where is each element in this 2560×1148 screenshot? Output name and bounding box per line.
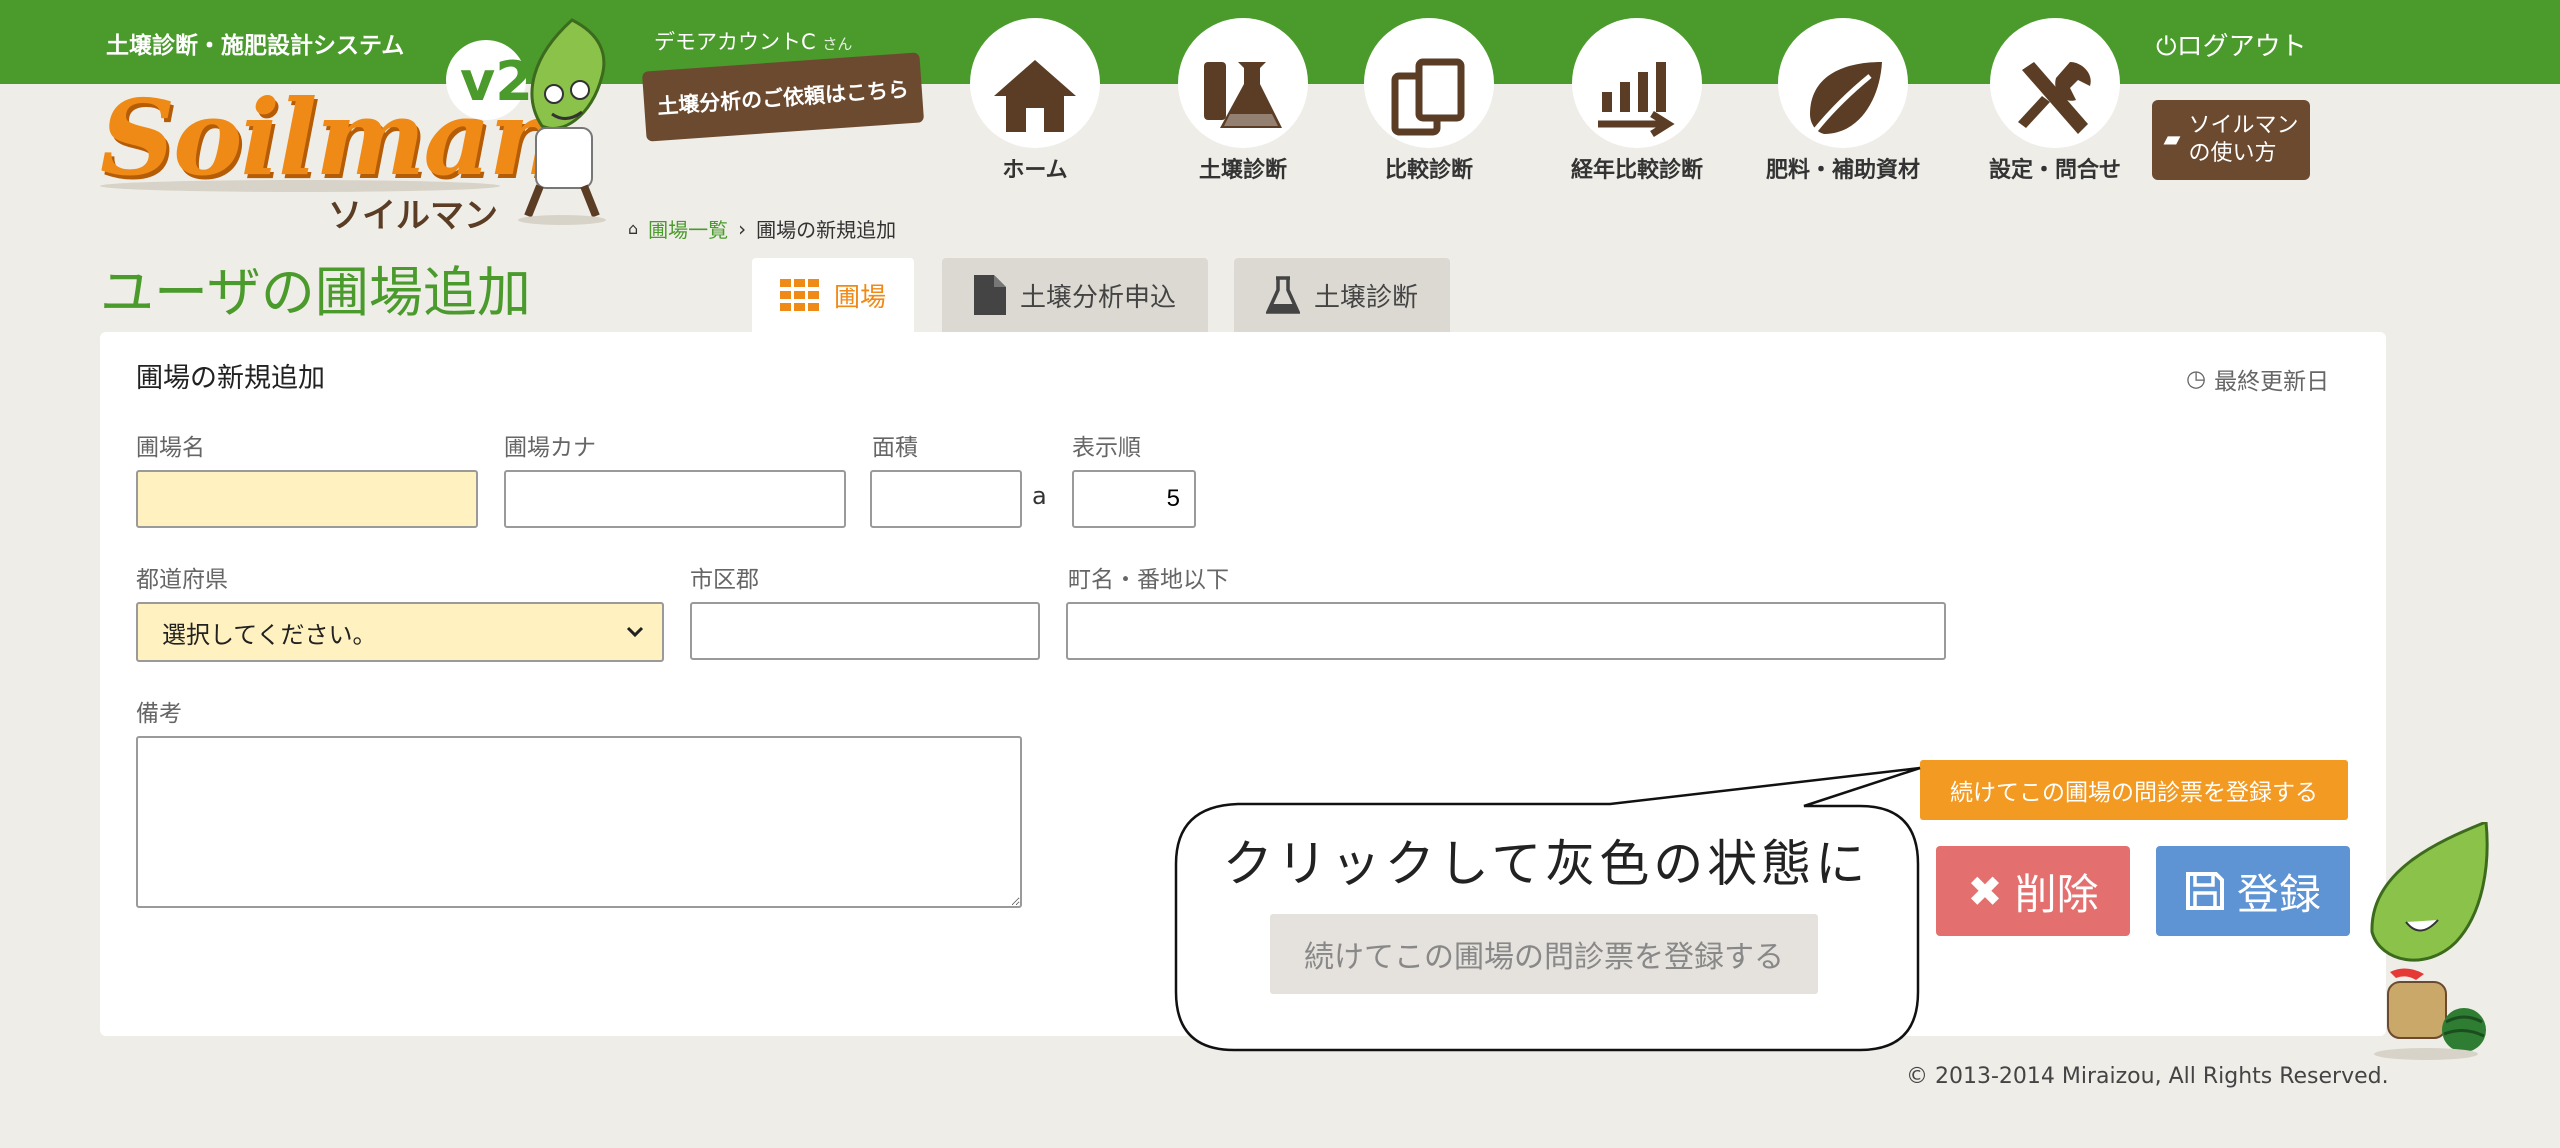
continue-register-questionnaire-button[interactable]: 続けてこの圃場の問診票を登録する xyxy=(1920,760,2348,820)
tab-soil-request[interactable]: 土壌分析申込 xyxy=(942,258,1208,332)
nav-label: 肥料・補助資材 xyxy=(1765,158,1920,183)
copy-icon xyxy=(1391,58,1465,136)
logout-link[interactable]: ⏻ログアウト xyxy=(2156,26,2307,63)
notes-label: 備考 xyxy=(136,701,182,727)
logo-kana: ソイルマン xyxy=(328,196,498,236)
display-order-input[interactable] xyxy=(1072,470,1196,528)
field-name-input[interactable] xyxy=(136,470,478,528)
notes-textarea[interactable] xyxy=(136,736,1022,908)
guide-line2: の使い方 xyxy=(2188,141,2277,166)
address-input[interactable] xyxy=(1066,602,1946,660)
tab-label: 圃場 xyxy=(833,282,886,313)
nav-home[interactable]: ホーム xyxy=(940,18,1130,193)
copyright: © 2013-2014 Miraizou, All Rights Reserve… xyxy=(1906,1064,2389,1089)
panel-title: 圃場の新規追加 xyxy=(136,363,325,394)
area-label: 面積 xyxy=(872,435,918,461)
system-title: 土壌診断・施肥設計システム xyxy=(106,33,405,59)
annotation-text: クリックして灰色の状態に xyxy=(1222,835,1870,893)
nav-yearly-compare[interactable]: 経年比較診断 xyxy=(1542,18,1732,193)
tools-icon xyxy=(2018,62,2091,134)
guide-button[interactable]: ▰ ソイルマンの使い方 xyxy=(2152,100,2310,180)
field-kana-input[interactable] xyxy=(504,470,846,528)
book-icon: ▰ xyxy=(2163,127,2181,152)
city-input[interactable] xyxy=(690,602,1040,660)
nav-label: 比較診断 xyxy=(1384,158,1473,183)
area-unit: a xyxy=(1032,482,1047,510)
logout-label: ログアウト xyxy=(2176,32,2307,62)
last-updated-label: 最終更新日 xyxy=(2214,369,2330,395)
field-name-label: 圃場名 xyxy=(136,435,205,461)
nav-fertilizer[interactable]: 肥料・補助資材 xyxy=(1748,18,1938,193)
breadcrumb: ⌂ 圃場一覧 › 圃場の新規追加 xyxy=(628,214,896,243)
growth-chart-icon xyxy=(1598,62,1675,137)
power-icon: ⏻ xyxy=(2156,32,2177,62)
soilman-logo[interactable]: Soilman® ソイルマン xyxy=(100,76,587,236)
close-icon: ✖ xyxy=(1967,866,2003,916)
address-label: 町名・番地以下 xyxy=(1068,567,1229,593)
area-input[interactable] xyxy=(870,470,1022,528)
nav-label: 経年比較診断 xyxy=(1570,158,1703,183)
nav-compare[interactable]: 比較診断 xyxy=(1334,18,1524,193)
prefecture-select[interactable]: 選択してください。 xyxy=(136,602,664,662)
breadcrumb-link-field-list[interactable]: 圃場一覧 xyxy=(648,214,728,243)
prefecture-label: 都道府県 xyxy=(136,567,228,593)
nav-label: 土壌診断 xyxy=(1198,158,1287,183)
breadcrumb-current: 圃場の新規追加 xyxy=(756,218,897,242)
prefecture-selected: 選択してください。 xyxy=(162,620,377,649)
guide-label: ソイルマン の使い方 xyxy=(2188,112,2298,168)
nav-label: 設定・問合せ xyxy=(1988,158,2121,183)
guide-line1: ソイルマン xyxy=(2188,113,2299,138)
breadcrumb-separator: › xyxy=(738,216,747,241)
tab-label: 土壌診断 xyxy=(1313,282,1418,313)
city-label: 市区郡 xyxy=(690,567,759,593)
flask-icon xyxy=(1265,276,1300,314)
page-title: ユーザの圃場追加 xyxy=(100,261,531,324)
save-button[interactable]: 登録 xyxy=(2156,846,2350,936)
account-name: デモアカウントC さん xyxy=(654,30,853,54)
account-suffix: さん xyxy=(822,35,853,53)
tab-field[interactable]: 圃場 xyxy=(752,258,914,332)
mascot-leaf-icon xyxy=(518,18,606,225)
flask-icon xyxy=(1204,62,1282,128)
leaf-icon xyxy=(1810,62,1882,134)
chevron-down-icon xyxy=(626,626,644,638)
mascot-with-watermelon-icon xyxy=(2370,822,2489,1060)
home-icon: ⌂ xyxy=(628,219,639,238)
floppy-disk-icon xyxy=(2185,872,2224,910)
clock-icon: ◷ xyxy=(2186,366,2207,392)
document-icon xyxy=(973,275,1006,315)
delete-label: 削除 xyxy=(2014,869,2099,919)
tab-label: 土壌分析申込 xyxy=(1019,282,1176,313)
display-order-label: 表示順 xyxy=(1072,435,1141,461)
last-updated: ◷ 最終更新日 xyxy=(2186,362,2329,396)
grid-icon xyxy=(779,279,819,311)
nav-soil-diagnosis[interactable]: 土壌診断 xyxy=(1148,18,1338,193)
field-kana-label: 圃場カナ xyxy=(504,435,596,461)
continue-register-questionnaire-button-disabled: 続けてこの圃場の問診票を登録する xyxy=(1270,914,1818,994)
home-icon xyxy=(994,60,1076,132)
save-label: 登録 xyxy=(2236,869,2321,919)
tab-soil-diagnosis[interactable]: 土壌診断 xyxy=(1234,258,1450,332)
nav-settings[interactable]: 設定・問合せ xyxy=(1960,18,2150,193)
nav-label: ホーム xyxy=(1002,158,1068,183)
delete-button[interactable]: ✖ 削除 xyxy=(1936,846,2130,936)
